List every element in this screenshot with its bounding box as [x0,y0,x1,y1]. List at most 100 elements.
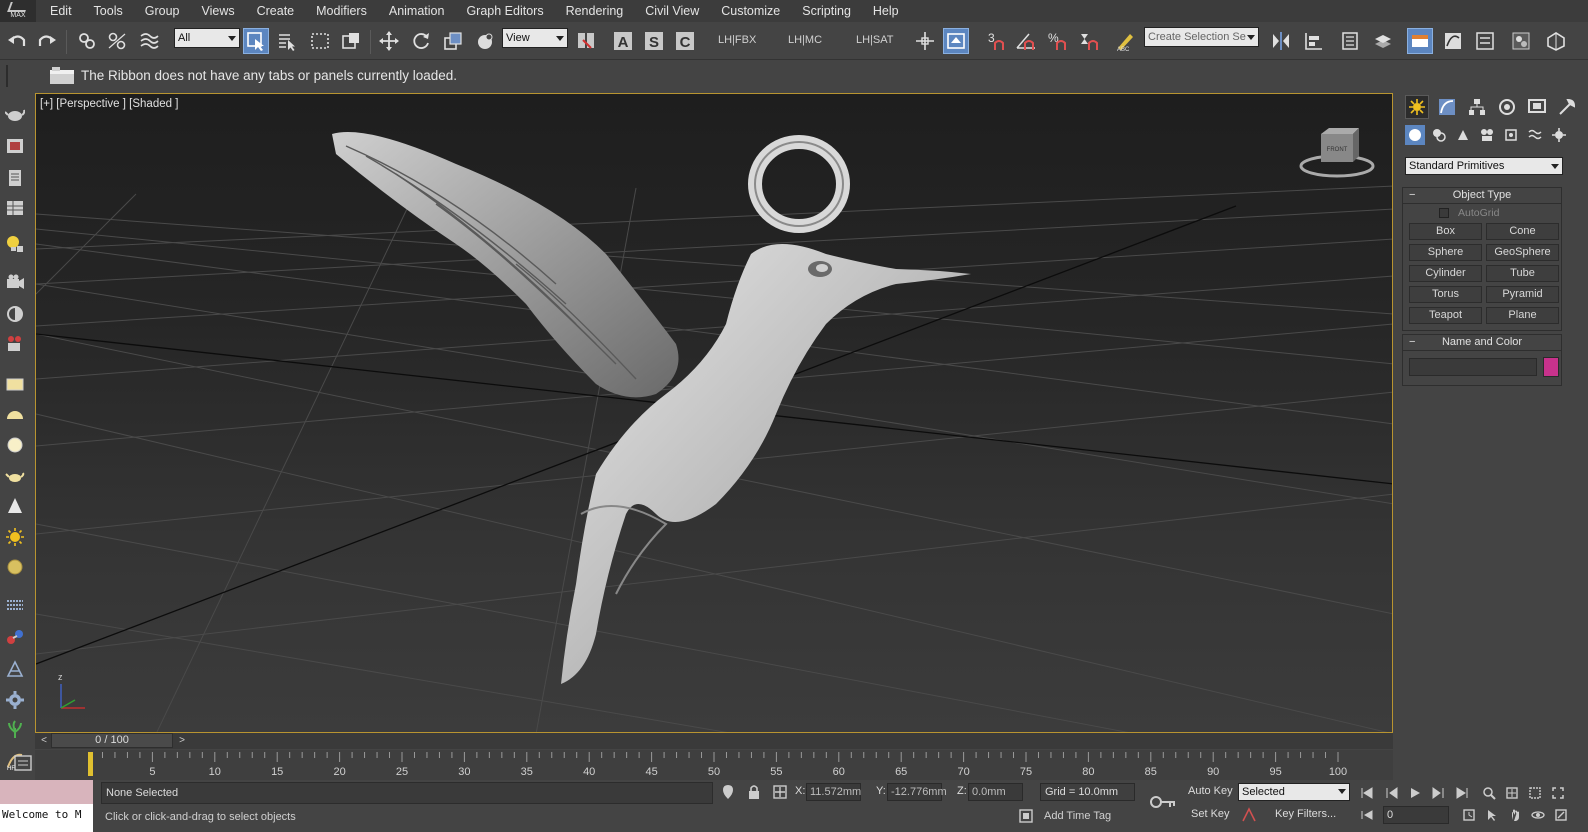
toggle-ribbon-icon[interactable] [1407,28,1433,54]
curve-editor-icon[interactable] [1440,28,1466,54]
default-in-out-tangents-icon[interactable] [1241,807,1257,823]
menu-animation[interactable]: Animation [378,0,456,22]
menu-create[interactable]: Create [246,0,306,22]
teapot-button[interactable]: Teapot [1409,307,1482,324]
key-mode-toggle-icon[interactable] [1358,806,1376,824]
select-by-name-icon[interactable] [274,28,300,54]
select-object-mini-icon[interactable] [1483,806,1501,824]
rectangular-selection-icon[interactable] [307,28,333,54]
shapes-icon[interactable] [1429,125,1449,145]
menu-group[interactable]: Group [134,0,191,22]
menu-tools[interactable]: Tools [83,0,134,22]
particles-icon[interactable] [3,593,27,617]
pyramid-button[interactable]: Pyramid [1486,286,1559,303]
display-tab-icon[interactable] [1525,95,1549,119]
modify-tab-icon[interactable] [1435,95,1459,119]
pivot-crosshair-icon[interactable] [912,28,938,54]
maximize-viewport-icon[interactable] [1549,784,1567,802]
gold-sphere-icon[interactable] [3,555,27,579]
torus-button[interactable]: Torus [1409,286,1482,303]
reference-coordinate-dropdown[interactable]: View [502,28,568,48]
menu-civil-view[interactable]: Civil View [634,0,710,22]
systems-icon[interactable] [1549,125,1569,145]
redo-icon[interactable] [34,28,60,54]
spinner-snap-icon[interactable] [1076,28,1102,54]
menu-help[interactable]: Help [862,0,910,22]
teapot-small-icon[interactable] [3,464,27,488]
plane-icon[interactable] [3,372,27,396]
open-mini-curve-editor-icon[interactable] [12,752,34,774]
pan-icon[interactable] [1506,806,1524,824]
percent-snap-icon[interactable]: % [1044,28,1070,54]
menu-modifiers[interactable]: Modifiers [305,0,378,22]
helpers-icon[interactable] [1501,125,1521,145]
tube-button[interactable]: Tube [1486,265,1559,282]
key-mode-dropdown[interactable]: Selected [1238,783,1350,801]
plant-icon[interactable] [3,718,27,742]
min-max-toggle-icon[interactable] [1552,806,1570,824]
current-frame-field[interactable]: 0 [1383,806,1449,824]
name-color-header[interactable]: − Name and Color [1403,335,1561,351]
field-of-view-icon[interactable] [1526,784,1544,802]
go-to-end-icon[interactable] [1453,784,1471,802]
orbit-icon[interactable] [1529,806,1547,824]
cameras-icon[interactable] [1477,125,1497,145]
geosphere-button[interactable]: GeoSphere [1486,244,1559,261]
bind-to-space-warp-icon[interactable] [136,28,162,54]
selection-filter-dropdown[interactable]: All [174,28,240,48]
toggle-layer-explorer-icon[interactable] [1370,28,1396,54]
schematic-view-icon[interactable] [1472,28,1498,54]
track-bar[interactable]: 5 10 15 20 25 30 35 40 45 50 55 60 65 70 75 80 85 90 95 100 [35,750,1393,780]
menu-customize[interactable]: Customize [710,0,791,22]
sphere-button[interactable]: Sphere [1409,244,1482,261]
attribute-c-icon[interactable]: C [672,28,698,54]
light-bulb-icon[interactable] [3,232,27,256]
previous-frame-icon[interactable] [1383,784,1401,802]
app-logo[interactable]: MAX [0,0,36,22]
toggle-scene-explorer-icon[interactable] [1337,28,1363,54]
go-to-start-icon[interactable] [1358,784,1376,802]
sphere-icon[interactable] [3,433,27,457]
cone-button[interactable]: Cone [1486,223,1559,240]
next-frame-arrow[interactable]: > [175,735,189,747]
menu-views[interactable]: Views [190,0,245,22]
mirror-icon[interactable] [1268,28,1294,54]
time-slider-thumb[interactable]: 0 / 100 [51,733,173,748]
move-icon[interactable] [376,28,402,54]
dome-icon[interactable] [3,402,27,426]
play-icon[interactable] [1406,784,1424,802]
zoom-all-icon[interactable] [1503,784,1521,802]
autogrid-checkbox[interactable]: AutoGrid [1403,204,1561,222]
undo-icon[interactable] [4,28,30,54]
y-coordinate-field[interactable]: -12.776mm [887,783,947,801]
ribbon-grip[interactable] [6,65,8,87]
set-key-button[interactable]: Set Key [1191,808,1230,820]
use-pivot-center-icon[interactable] [573,28,599,54]
add-time-tag[interactable]: Add Time Tag [1044,810,1111,822]
geometry-icon[interactable] [1405,125,1425,145]
link-mc-button[interactable]: LH|MC [788,34,822,46]
menu-graph-editors[interactable]: Graph Editors [455,0,554,22]
time-tag-icon[interactable] [1018,808,1034,824]
space-warps-icon[interactable] [1525,125,1545,145]
link-sat-button[interactable]: LH|SAT [856,34,894,46]
scale-icon[interactable] [440,28,466,54]
isolate-selection-icon[interactable] [720,784,736,800]
create-tab-icon[interactable] [1405,95,1429,119]
viewport-label[interactable]: [+] [Perspective ] [Shaded ] [40,98,178,110]
maxscript-listener-output[interactable]: Welcome to M [0,804,93,832]
attribute-a-icon[interactable]: A [610,28,636,54]
cone-icon[interactable] [3,494,27,518]
window-crossing-icon[interactable] [338,28,364,54]
category-dropdown[interactable]: Standard Primitives [1405,157,1563,175]
auto-key-button[interactable]: Auto Key [1188,785,1233,797]
x-coordinate-field[interactable]: 11.572mm [806,783,861,801]
sun-icon[interactable] [3,525,27,549]
motion-tab-icon[interactable] [1495,95,1519,119]
document-icon[interactable] [3,166,27,190]
plane-button[interactable]: Plane [1486,307,1559,324]
time-configuration-icon[interactable] [1460,806,1478,824]
angle-snap-icon[interactable] [1013,28,1039,54]
material-editor-icon[interactable] [1508,28,1534,54]
half-sphere-icon[interactable] [3,302,27,326]
